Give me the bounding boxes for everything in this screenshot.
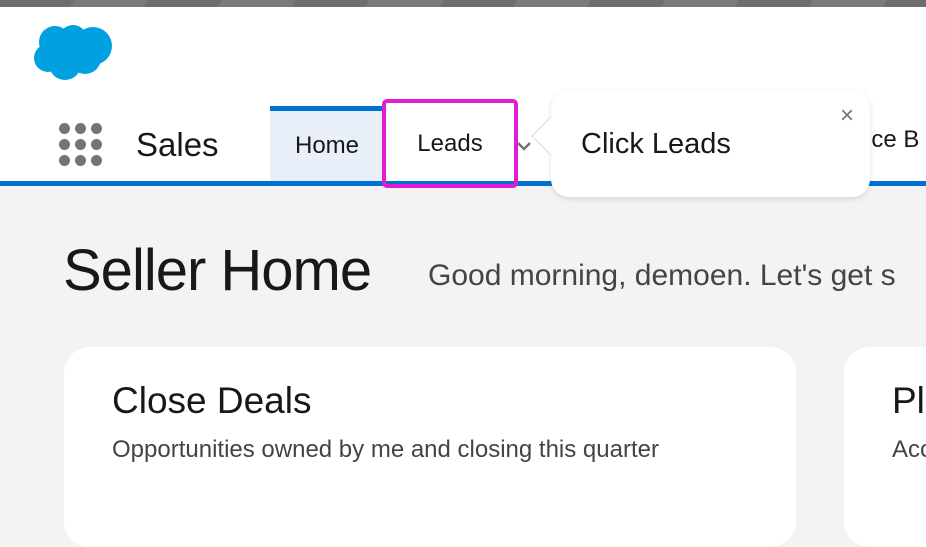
salesforce-logo-icon[interactable] xyxy=(33,22,115,84)
plan-card: Pl Acc xyxy=(844,347,926,547)
card-title: Close Deals xyxy=(112,380,312,421)
card-title: Pl xyxy=(892,380,925,421)
app-name: Sales xyxy=(136,126,219,163)
close-deals-card: Close Deals Opportunities owned by me an… xyxy=(64,347,796,547)
card-subtitle: Acc xyxy=(892,436,926,463)
tab-leads[interactable]: Leads xyxy=(384,106,516,181)
app-launcher-grid-icon[interactable] xyxy=(58,122,102,166)
page-title: Seller Home xyxy=(63,238,372,303)
tab-home[interactable]: Home xyxy=(270,106,384,181)
popover-text: Click Leads xyxy=(581,128,731,160)
card-subtitle: Opportunities owned by me and closing th… xyxy=(112,436,659,463)
close-icon[interactable]: × xyxy=(840,104,854,128)
greeting-text: Good morning, demoen. Let's get s xyxy=(428,259,896,292)
top-strip xyxy=(0,0,926,7)
chevron-down-icon[interactable] xyxy=(514,136,534,156)
guidance-popover: Click Leads × xyxy=(531,90,870,197)
global-header xyxy=(0,7,926,101)
